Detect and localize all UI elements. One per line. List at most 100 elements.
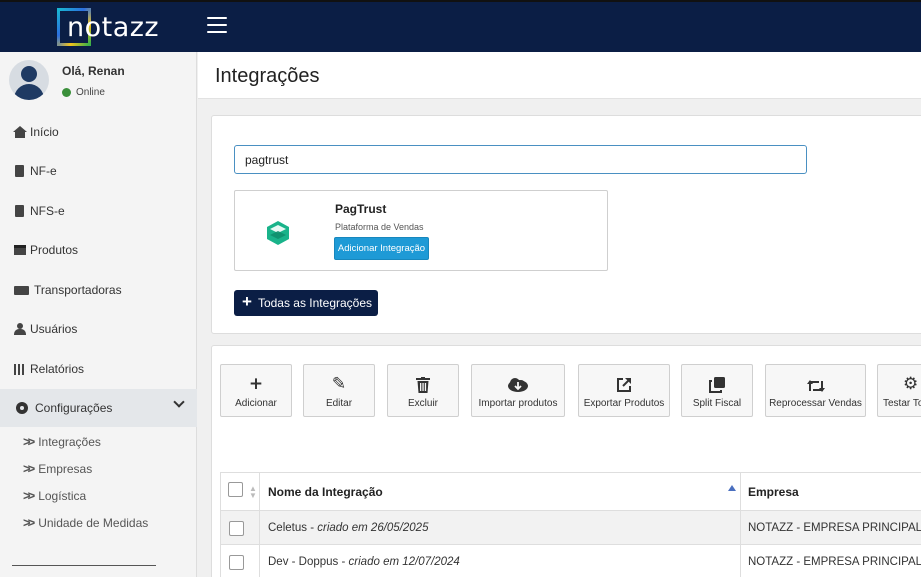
menu-toggle-icon[interactable] (207, 17, 227, 33)
edit-icon: ✎ (331, 374, 347, 394)
created-date: criado em 12/07/2024 (348, 555, 460, 568)
chart-icon (12, 363, 27, 376)
sidebar-item-usuarios[interactable]: Usuários (0, 313, 197, 345)
chevron-down-icon[interactable] (173, 396, 185, 408)
sidebar-item-label: Usuários (30, 322, 78, 336)
import-products-label: Importar produtos (478, 398, 558, 409)
user-status: Online (76, 87, 105, 98)
logo[interactable]: notazz (67, 12, 159, 43)
page-title: Integrações (215, 65, 320, 87)
table-header: ▲ ▼ Nome da Integração Empresa (220, 472, 921, 511)
integration-name: PagTrust (335, 202, 387, 216)
all-integrations-button[interactable]: + Todas as Integrações (234, 290, 378, 316)
user-panel: Olá, Renan Online (0, 52, 197, 110)
column-header-company[interactable]: Empresa (748, 473, 799, 510)
created-separator: - (307, 521, 318, 534)
online-status-icon (62, 88, 71, 97)
avatar (9, 60, 49, 100)
sidebar-item-label: Início (30, 125, 59, 139)
file-icon (12, 205, 27, 218)
company-cell: NOTAZZ - EMPRESA PRINCIPAL - 1 (748, 521, 921, 534)
double-chevron-right-icon: >> (23, 434, 35, 449)
integration-name: Dev - Doppus (268, 555, 339, 568)
all-integrations-label: Todas as Integrações (257, 296, 373, 310)
home-icon (12, 126, 27, 139)
file-icon (12, 165, 27, 178)
cogs-icon: ⚙ (903, 374, 919, 394)
integration-result-card[interactable]: PagTrust Plataforma de Vendas Adicionar … (234, 190, 608, 271)
company-cell: NOTAZZ - EMPRESA PRINCIPAL - 1 (748, 555, 921, 568)
table-row[interactable]: Dev - Doppus - criado em 12/07/2024 NOTA… (220, 545, 921, 577)
divider (12, 565, 156, 566)
sidebar-item-label: Relatórios (30, 362, 85, 376)
sidebar-subitem-label: Integrações (38, 434, 101, 449)
top-bar: notazz (0, 0, 921, 52)
row-checkbox[interactable] (229, 555, 244, 570)
double-chevron-right-icon: >> (23, 515, 35, 530)
test-button-label: Testar To (883, 398, 921, 409)
sidebar-item-label: NFS-e (30, 204, 65, 218)
select-all-checkbox[interactable] (228, 482, 243, 497)
user-greeting: Olá, Renan (62, 64, 125, 78)
created-date: criado em 26/05/2025 (317, 521, 429, 534)
integration-name-cell: Celetus - criado em 26/05/2025 (268, 511, 428, 544)
export-products-button[interactable]: Exportar Produtos (578, 364, 670, 417)
retweet-icon (806, 380, 825, 392)
external-link-icon (617, 378, 631, 392)
split-fiscal-button[interactable]: Split Fiscal (681, 364, 753, 417)
created-separator: - (338, 555, 349, 568)
sidebar-item-nfse[interactable]: NFS-e (0, 195, 197, 227)
column-divider (740, 511, 741, 544)
sort-icon[interactable]: ▲ ▼ (249, 485, 257, 500)
plus-icon: + (242, 292, 252, 311)
delete-button-label: Excluir (407, 398, 438, 409)
integration-name: Celetus (268, 521, 307, 534)
reprocess-sales-button[interactable]: Reprocessar Vendas (765, 364, 866, 417)
page-header: Integrações (198, 52, 921, 99)
sidebar-item-produtos[interactable]: Produtos (0, 234, 197, 266)
integration-name-cell: Dev - Doppus - criado em 12/07/2024 (268, 545, 460, 577)
sidebar-subitem-logistica[interactable]: >> Logística (23, 488, 86, 503)
integration-category: Plataforma de Vendas (335, 222, 424, 232)
split-fiscal-label: Split Fiscal (692, 398, 742, 409)
sidebar-item-configuracoes[interactable]: Configurações (0, 389, 197, 427)
column-header-name[interactable]: Nome da Integração (268, 473, 383, 510)
sidebar: Olá, Renan Online Início NF-e NFS-e Prod… (0, 52, 197, 577)
sidebar-item-label: Transportadoras (34, 283, 122, 297)
edit-button-label: Editar (325, 398, 353, 409)
checkbox-cell (220, 545, 260, 577)
sidebar-subitem-integracoes[interactable]: >> Integrações (23, 434, 101, 449)
box-icon (12, 244, 27, 257)
sidebar-item-relatorios[interactable]: Relatórios (0, 353, 197, 385)
sidebar-item-label: NF-e (30, 164, 57, 178)
sidebar-subitem-label: Unidade de Medidas (38, 515, 149, 530)
edit-button[interactable]: ✎ Editar (303, 364, 375, 417)
checkbox-cell: ▲ ▼ (220, 473, 260, 510)
sidebar-item-label: Produtos (30, 243, 79, 257)
add-button[interactable]: + Adicionar (220, 364, 292, 417)
column-divider (740, 545, 741, 577)
import-products-button[interactable]: Importar produtos (471, 364, 565, 417)
test-button[interactable]: ⚙ Testar To (877, 364, 921, 417)
integrations-list-card: + Adicionar ✎ Editar Excluir Importar pr… (211, 345, 921, 577)
sidebar-subitem-label: Logística (38, 488, 87, 503)
add-integration-button[interactable]: Adicionar Integração (334, 237, 429, 260)
trash-icon (416, 377, 430, 393)
reprocess-sales-label: Reprocessar Vendas (769, 398, 862, 409)
search-input[interactable] (234, 145, 807, 174)
plus-icon: + (248, 374, 264, 394)
sidebar-item-nfe[interactable]: NF-e (0, 155, 197, 187)
column-divider (740, 473, 741, 510)
sort-ascending-icon[interactable] (728, 485, 736, 491)
sidebar-item-transportadoras[interactable]: Transportadoras (0, 274, 197, 306)
table-row[interactable]: Celetus - criado em 26/05/2025 NOTAZZ - … (220, 511, 921, 545)
row-checkbox[interactable] (229, 521, 244, 536)
sidebar-subitem-empresas[interactable]: >> Empresas (23, 461, 92, 476)
sidebar-item-label: Configurações (35, 401, 113, 415)
export-products-label: Exportar Produtos (583, 398, 665, 409)
double-chevron-right-icon: >> (23, 461, 35, 476)
sidebar-subitem-unidade-de-medidas[interactable]: >> Unidade de Medidas (23, 515, 148, 530)
delete-button[interactable]: Excluir (387, 364, 459, 417)
sidebar-item-inicio[interactable]: Início (0, 116, 197, 148)
user-icon (12, 323, 27, 336)
